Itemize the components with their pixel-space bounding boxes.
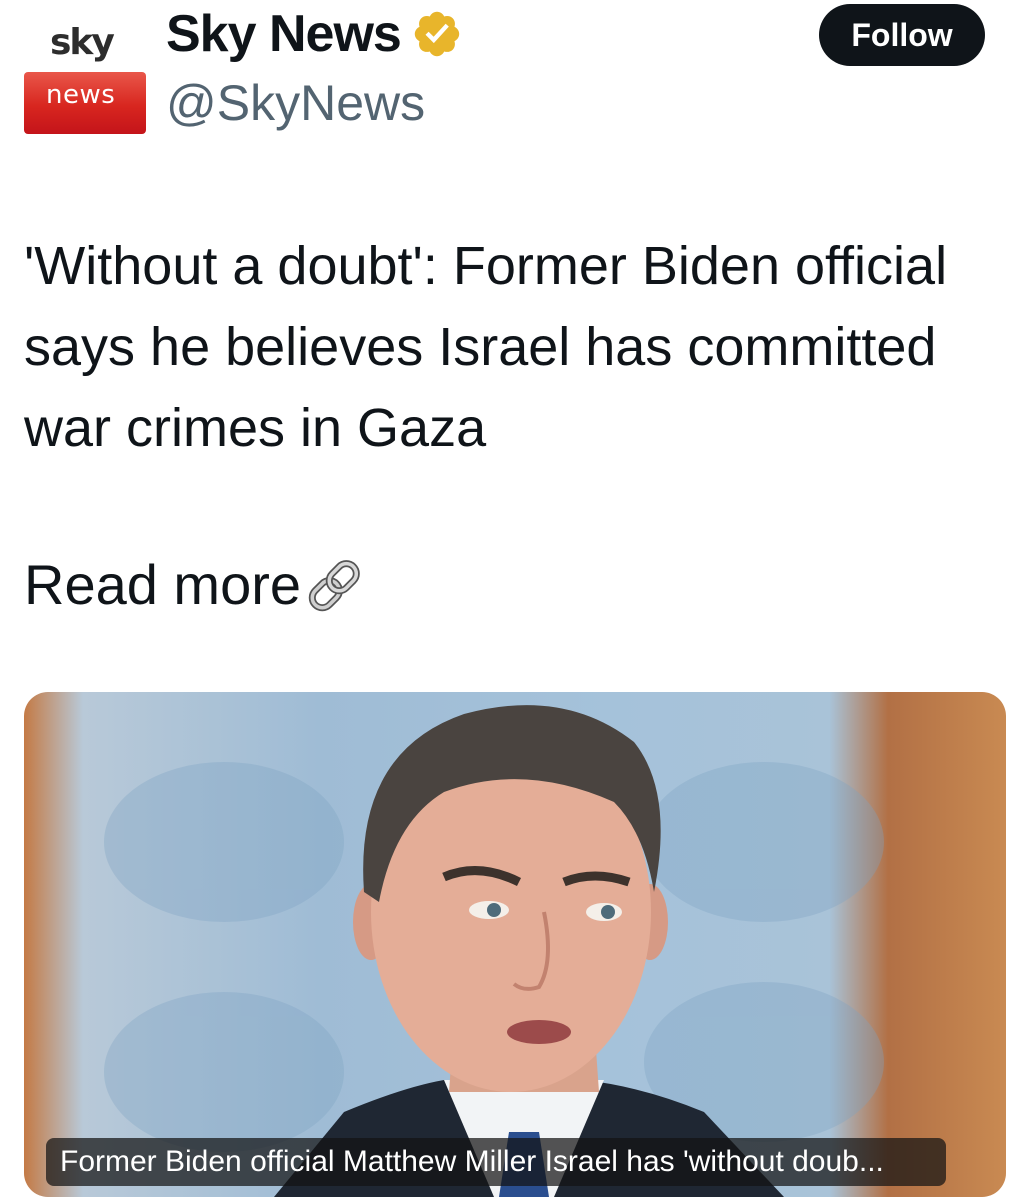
verified-badge-icon — [414, 11, 460, 57]
display-name-row[interactable]: Sky News — [166, 4, 463, 64]
news-photo — [104, 705, 884, 1197]
follow-button[interactable]: Follow — [819, 4, 985, 66]
avatar[interactable]: sky news — [22, 6, 150, 134]
logo-sky-text: sky — [50, 22, 115, 63]
read-more-label[interactable]: Read more — [24, 552, 301, 617]
media-card[interactable]: Former Biden official Matthew Miller Isr… — [24, 692, 1006, 1197]
tweet: sky news Sky News @SkyNews Follow 'Witho… — [0, 0, 1029, 1200]
display-name[interactable]: Sky News — [166, 4, 402, 64]
read-more-link[interactable]: Read more — [24, 552, 367, 617]
link-chain-icon — [308, 559, 360, 611]
media-caption: Former Biden official Matthew Miller Isr… — [46, 1138, 946, 1186]
handle[interactable]: @SkyNews — [166, 74, 425, 132]
logo-news-text: news — [46, 80, 116, 110]
tweet-text: 'Without a doubt': Former Biden official… — [24, 236, 948, 458]
